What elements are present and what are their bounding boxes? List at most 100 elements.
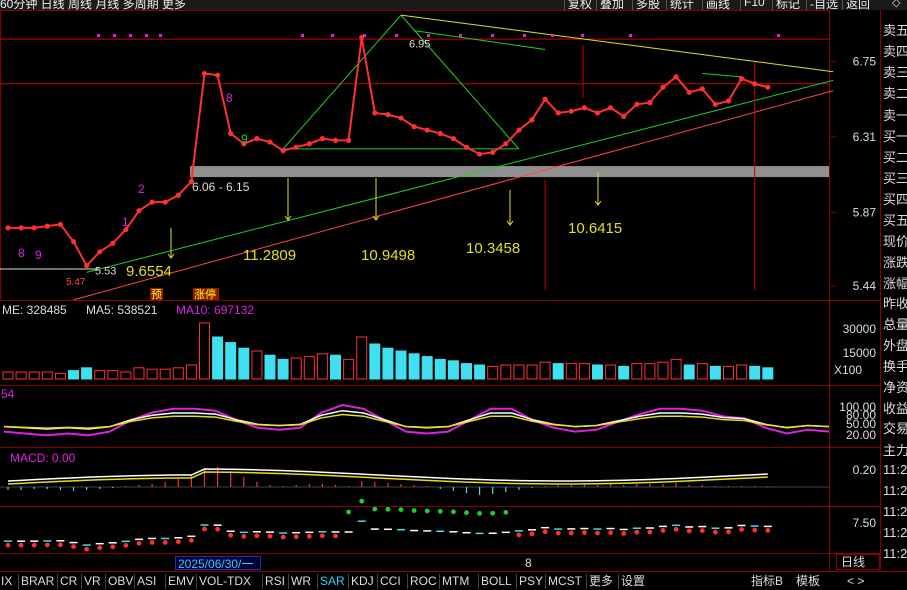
volume-bar bbox=[657, 361, 669, 380]
price-point bbox=[57, 221, 64, 227]
volume-bar bbox=[185, 364, 197, 380]
volume-bar bbox=[670, 358, 682, 380]
price-axis-label: 5.44 bbox=[853, 279, 877, 293]
volume-bar bbox=[474, 364, 486, 380]
price-point bbox=[594, 110, 601, 116]
sar-dot bbox=[44, 542, 50, 548]
sar-dot bbox=[346, 509, 351, 515]
price-point bbox=[673, 74, 679, 80]
indicator-tab-roc[interactable]: ROC bbox=[409, 573, 438, 590]
signal-dot bbox=[159, 34, 162, 37]
quote-field-label: 卖五 bbox=[883, 23, 907, 38]
target-price: 11.2809 bbox=[243, 247, 296, 264]
volume-bar bbox=[631, 363, 643, 380]
tab-separator bbox=[439, 574, 440, 589]
indicator-tab-vol-tdx[interactable]: VOL-TDX bbox=[198, 573, 252, 590]
price-point bbox=[254, 136, 260, 142]
tab-separator bbox=[18, 574, 19, 589]
volume-ma10: MA10: 697132 bbox=[176, 303, 254, 317]
price-point bbox=[293, 144, 299, 150]
indicator-tab-kdj[interactable]: KDJ bbox=[350, 573, 375, 590]
sar-dot bbox=[595, 530, 600, 536]
price-point bbox=[555, 110, 561, 116]
indicator-tab-vr[interactable]: VR bbox=[83, 573, 102, 590]
volume-bar bbox=[500, 364, 512, 380]
wave-number: 9 bbox=[35, 248, 42, 262]
sar-dot bbox=[568, 530, 574, 536]
volume-bar bbox=[133, 367, 145, 380]
bottom-right-button-1[interactable]: 模板 bbox=[795, 573, 821, 590]
volume-bar bbox=[15, 371, 27, 380]
price-point bbox=[752, 81, 758, 87]
price-point bbox=[450, 136, 456, 142]
price-point bbox=[110, 240, 116, 246]
quote-field-label: 买四 bbox=[883, 192, 907, 207]
quote-field-label: 11:2 bbox=[883, 483, 907, 498]
volume-bar bbox=[369, 343, 381, 380]
indicator-tab-asi[interactable]: ASI bbox=[136, 573, 157, 590]
sar-dot bbox=[555, 530, 561, 536]
quote-field-label: 卖三 bbox=[883, 65, 907, 80]
indicator-tab-ix[interactable]: IX bbox=[0, 573, 13, 590]
signal-dot bbox=[129, 34, 132, 37]
signal-dot bbox=[581, 34, 584, 37]
volume-bar bbox=[382, 347, 394, 380]
indicator-tab-emv[interactable]: EMV bbox=[167, 573, 195, 590]
indicator-tab-设置[interactable]: 设置 bbox=[620, 573, 646, 590]
volume-bar bbox=[264, 354, 276, 380]
volume-bar bbox=[395, 350, 407, 380]
tab-separator bbox=[586, 574, 587, 589]
volume-bar bbox=[578, 363, 590, 380]
window-icon[interactable]: ◇ bbox=[892, 0, 900, 9]
volume-bar bbox=[434, 358, 446, 380]
tab-separator bbox=[165, 574, 166, 589]
sar-dot bbox=[333, 533, 338, 539]
sar-dot bbox=[503, 509, 509, 515]
bottom-right-button-0[interactable]: 指标B bbox=[750, 573, 784, 590]
signal-dot bbox=[427, 34, 430, 37]
sar-dot bbox=[411, 508, 417, 513]
tab-separator bbox=[317, 574, 318, 589]
price-point bbox=[503, 141, 509, 147]
quote-field-label: 卖二 bbox=[883, 86, 907, 101]
indicator-tab-更多[interactable]: 更多 bbox=[588, 573, 614, 590]
kdj-axis-label: 20.00 bbox=[846, 428, 876, 442]
quote-field-label: 买二 bbox=[883, 150, 907, 165]
signal-dot bbox=[395, 34, 398, 37]
date-cursor-label: 2025/06/30/一 bbox=[175, 556, 261, 571]
chart-nav-arrows[interactable]: < > bbox=[846, 573, 865, 590]
price-point bbox=[162, 199, 168, 205]
badge-label: 预 bbox=[151, 288, 162, 301]
daily-period-button[interactable]: 日线 bbox=[836, 554, 880, 570]
sar-dot bbox=[726, 529, 731, 535]
volume-header: ME: 328485 bbox=[2, 303, 67, 317]
sar-dot bbox=[18, 542, 24, 548]
indicator-tab-boll[interactable]: BOLL bbox=[480, 573, 513, 590]
price-point bbox=[188, 178, 194, 185]
tab-separator bbox=[262, 574, 263, 589]
price-point bbox=[346, 137, 352, 143]
indicator-tab-cr[interactable]: CR bbox=[59, 573, 78, 590]
tab-separator bbox=[545, 574, 546, 589]
volume-bar bbox=[316, 353, 328, 380]
indicator-tab-wr[interactable]: WR bbox=[290, 573, 312, 590]
wave-number: 8 bbox=[226, 91, 233, 105]
indicator-tab-mcst[interactable]: MCST bbox=[547, 573, 583, 590]
indicator-tab-rsi[interactable]: RSI bbox=[264, 573, 286, 590]
volume-bar bbox=[212, 336, 224, 380]
quote-field-label: 换手 bbox=[883, 359, 907, 374]
sar-dot bbox=[424, 508, 430, 514]
low-label: 5.53 bbox=[95, 266, 116, 278]
indicator-tab-obv[interactable]: OBV bbox=[107, 573, 134, 590]
quote-field-label: 收益 bbox=[883, 401, 907, 416]
indicator-tab-psy[interactable]: PSY bbox=[518, 573, 544, 590]
price-point bbox=[372, 110, 378, 116]
indicator-tab-brar[interactable]: BRAR bbox=[20, 573, 55, 590]
indicator-tab-sar[interactable]: SAR bbox=[319, 573, 346, 590]
indicator-tab-mtm[interactable]: MTM bbox=[441, 573, 470, 590]
price-point bbox=[529, 117, 535, 123]
sar-dot bbox=[110, 544, 116, 550]
indicator-tab-cci[interactable]: CCI bbox=[379, 573, 402, 590]
volume-bar bbox=[696, 363, 708, 380]
sar-dot bbox=[293, 534, 299, 540]
